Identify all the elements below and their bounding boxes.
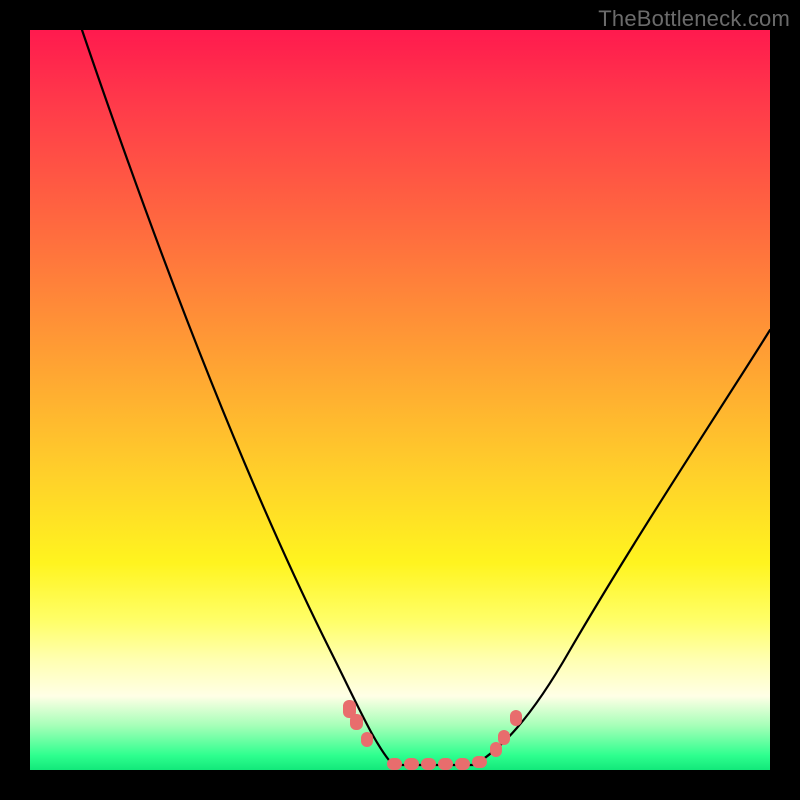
bead xyxy=(510,710,522,726)
bottleneck-curve xyxy=(82,30,770,765)
bead xyxy=(421,758,436,770)
bead xyxy=(404,758,419,770)
bottleneck-curve-svg xyxy=(30,30,770,770)
bead xyxy=(490,742,502,757)
bead xyxy=(387,758,402,770)
plot-area xyxy=(30,30,770,770)
watermark-text: TheBottleneck.com xyxy=(598,6,790,32)
bead xyxy=(472,756,487,768)
bead xyxy=(498,730,510,745)
bead-group xyxy=(343,700,522,770)
bead xyxy=(361,732,373,747)
outer-frame: TheBottleneck.com xyxy=(0,0,800,800)
bead xyxy=(455,758,470,770)
bead xyxy=(438,758,453,770)
bead xyxy=(350,714,363,730)
